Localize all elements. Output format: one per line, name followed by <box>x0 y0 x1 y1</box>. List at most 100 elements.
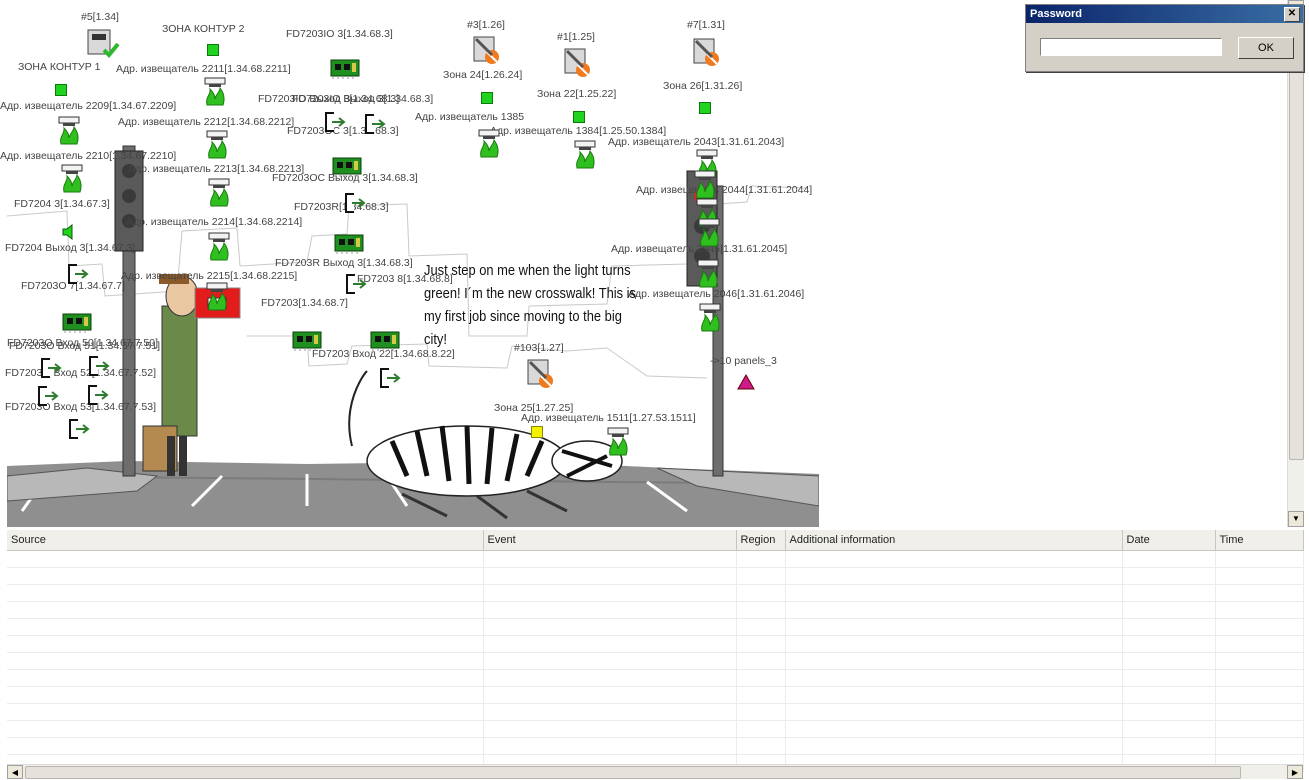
smoke-detector-icon[interactable] <box>57 116 83 148</box>
module-io-out3-label-2: FD7203IO Выход 3[1.34.68.3] <box>292 93 434 105</box>
table-cell <box>1122 618 1216 636</box>
panel-disabled-icon[interactable] <box>692 37 722 67</box>
table-cell <box>736 567 786 585</box>
zone-22-label: Зона 22[1.25.22] <box>537 88 617 100</box>
event-log: Source Event Region Additional informati… <box>0 530 1309 779</box>
smoke-detector-icon[interactable] <box>698 303 724 335</box>
table-row[interactable] <box>7 635 1304 653</box>
circuit-board-icon[interactable] <box>62 312 94 334</box>
module-7203-label: FD7203[1.34.68.7] <box>261 297 348 309</box>
table-cell <box>1215 737 1304 755</box>
smoke-detector-icon[interactable] <box>697 218 723 250</box>
password-input[interactable] <box>1040 38 1222 56</box>
panels-3-link-label: ->10 panels_3 <box>710 355 777 367</box>
detector-2215-label: Адр. извещатель 2215[1.34.68.2215] <box>121 270 298 282</box>
io-module-icon[interactable] <box>37 385 61 407</box>
io-module-icon[interactable] <box>67 263 91 285</box>
io-module-icon[interactable] <box>345 273 369 295</box>
column-header-time[interactable]: Time <box>1215 530 1304 551</box>
panel-disabled-icon[interactable] <box>472 35 502 65</box>
table-cell <box>7 669 484 687</box>
circuit-board-icon[interactable] <box>334 233 366 255</box>
panel-disabled-icon[interactable] <box>563 47 593 79</box>
scroll-right-button[interactable]: ▶ <box>1287 765 1303 779</box>
table-cell <box>7 584 484 602</box>
zone-22-indicator[interactable] <box>573 111 585 123</box>
smoke-detector-icon[interactable] <box>207 232 233 264</box>
smoke-detector-icon[interactable] <box>606 427 632 459</box>
zone-25-indicator[interactable] <box>531 426 543 438</box>
table-row[interactable] <box>7 567 1304 585</box>
scroll-left-button[interactable]: ◀ <box>7 765 23 779</box>
io-module-icon[interactable] <box>40 357 64 379</box>
smoke-detector-icon[interactable] <box>203 77 229 109</box>
detector-2211-label: Адр. извещатель 2211[1.34.68.2211] <box>116 63 291 75</box>
panel-5-label: #5[1.34] <box>81 11 119 23</box>
zone-26-indicator[interactable] <box>699 102 711 114</box>
scroll-thumb[interactable] <box>1289 63 1304 460</box>
ok-button[interactable]: OK <box>1238 37 1294 59</box>
table-row[interactable] <box>7 618 1304 636</box>
zone-24-indicator[interactable] <box>481 92 493 104</box>
smoke-detector-icon[interactable] <box>573 140 599 172</box>
smoke-detector-icon[interactable] <box>696 259 722 291</box>
io-module-icon[interactable] <box>344 192 368 214</box>
table-row[interactable] <box>7 669 1304 687</box>
table-row[interactable] <box>7 601 1304 619</box>
io-module-icon[interactable] <box>364 113 388 135</box>
map-vertical-scrollbar[interactable]: ▲ ▼ <box>1287 0 1304 527</box>
circuit-board-icon[interactable] <box>332 156 364 178</box>
circuit-board-icon[interactable] <box>330 58 362 80</box>
io-module-icon[interactable] <box>324 111 348 133</box>
module-7204-out-label: FD7204 Выход 3[1.34.67.3] <box>5 242 136 254</box>
smoke-detector-icon[interactable] <box>60 164 86 196</box>
smoke-detector-icon[interactable] <box>207 178 233 210</box>
table-cell <box>1215 550 1304 568</box>
smoke-detector-icon[interactable] <box>693 170 719 202</box>
table-row[interactable] <box>7 703 1304 721</box>
io-module-icon[interactable] <box>68 418 92 440</box>
table-row[interactable] <box>7 584 1304 602</box>
table-cell <box>1215 618 1304 636</box>
column-header-date[interactable]: Date <box>1122 530 1216 551</box>
speaker-icon[interactable] <box>61 224 75 240</box>
table-cell <box>736 652 786 670</box>
smoke-detector-icon[interactable] <box>477 129 503 161</box>
column-header-event[interactable]: Event <box>483 530 737 551</box>
table-cell <box>483 601 737 619</box>
circuit-board-icon[interactable] <box>370 330 402 352</box>
table-row[interactable] <box>7 720 1304 738</box>
zone-contour-2-indicator[interactable] <box>207 44 219 56</box>
table-cell <box>785 669 1123 687</box>
column-header-region[interactable]: Region <box>736 530 786 551</box>
dialog-titlebar[interactable]: Password ✕ <box>1026 5 1303 23</box>
zone-contour-1-indicator[interactable] <box>55 84 67 96</box>
column-header-source[interactable]: Source <box>7 530 484 551</box>
smoke-detector-icon[interactable] <box>205 130 231 162</box>
table-cell <box>736 720 786 738</box>
close-icon[interactable]: ✕ <box>1284 7 1300 22</box>
log-header-row: Source Event Region Additional informati… <box>7 530 1304 551</box>
table-row[interactable] <box>7 737 1304 755</box>
circuit-board-icon[interactable] <box>292 330 324 352</box>
log-horizontal-scrollbar[interactable]: ◀ ▶ <box>7 764 1303 779</box>
panel-ok-icon[interactable] <box>86 28 120 58</box>
h-scroll-thumb[interactable] <box>25 766 1241 779</box>
table-cell <box>1215 669 1304 687</box>
table-cell <box>1122 703 1216 721</box>
column-header-additional-info[interactable]: Additional information <box>785 530 1123 551</box>
table-row[interactable] <box>7 550 1304 568</box>
io-module-icon[interactable] <box>379 367 403 389</box>
io-module-icon[interactable] <box>87 384 111 406</box>
table-cell <box>1215 652 1304 670</box>
log-body <box>7 550 1304 772</box>
smoke-detector-icon[interactable] <box>205 282 231 314</box>
table-row[interactable] <box>7 686 1304 704</box>
table-row[interactable] <box>7 652 1304 670</box>
table-cell <box>1215 584 1304 602</box>
scroll-down-button[interactable]: ▼ <box>1288 511 1304 527</box>
table-cell <box>1122 601 1216 619</box>
panel-disabled-icon[interactable] <box>526 358 556 390</box>
io-module-icon[interactable] <box>88 355 112 377</box>
alarm-triangle-icon[interactable] <box>737 374 755 390</box>
